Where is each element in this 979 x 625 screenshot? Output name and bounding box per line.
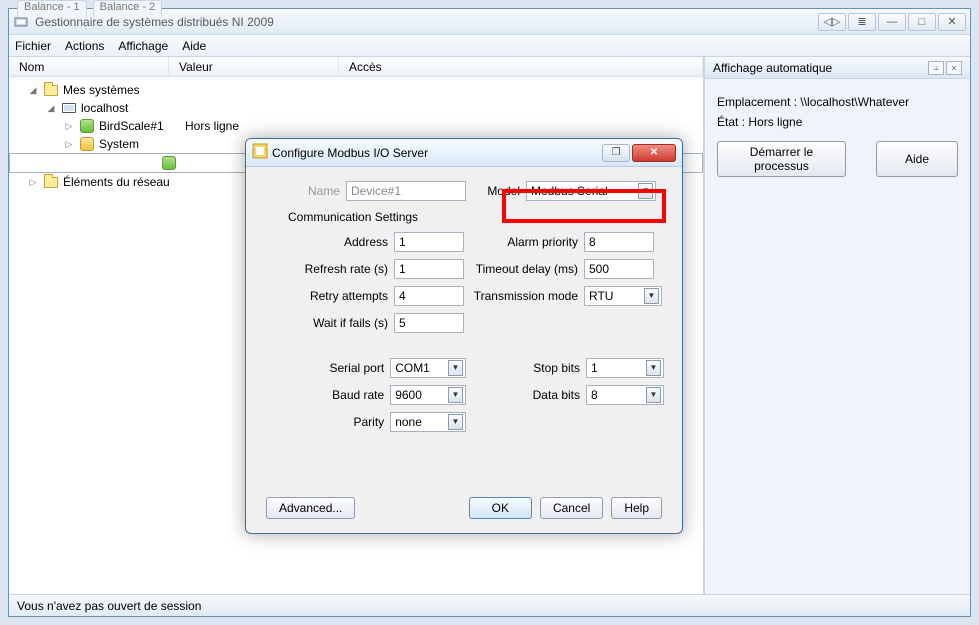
expand-icon[interactable]: ▷ [27,177,39,188]
ok-button[interactable]: OK [469,497,532,519]
chevron-down-icon: ▼ [448,414,463,430]
cancel-button[interactable]: Cancel [540,497,603,519]
advanced-button[interactable]: Advanced... [266,497,355,519]
expand-icon[interactable]: ▷ [63,139,75,150]
list-button[interactable]: ≣ [848,13,876,31]
tree-item-birdscale[interactable]: ▷ BirdScale#1 Hors ligne [9,117,703,135]
wait-if-fails-input[interactable] [394,313,464,333]
side-close-button[interactable]: × [946,61,962,75]
tab-fragment: Balance - 1 [17,0,87,17]
expand-icon[interactable]: ◢ [27,85,39,96]
app-window: Balance - 1 Balance - 2 Gestionnaire de … [8,8,971,617]
data-bits-select[interactable]: 8▼ [586,385,664,405]
minimize-button[interactable]: — [878,13,906,31]
modbus-config-dialog: Configure Modbus I/O Server ❐ ✕ Name [245,138,683,534]
side-panel-title: Affichage automatique [713,61,832,75]
folder-icon [43,174,59,190]
serial-port-select[interactable]: COM1▼ [390,358,466,378]
stop-bits-select[interactable]: 1▼ [586,358,664,378]
list-header: Nom Valeur Accès [9,57,703,77]
comm-settings-label: Communication Settings [288,210,662,224]
side-pin-button[interactable]: ⫠ [928,61,944,75]
timeout-delay-input[interactable] [584,259,654,279]
menu-fichier[interactable]: Fichier [15,39,51,53]
help-button[interactable]: Aide [876,141,958,177]
side-location: Emplacement : \\localhost\Whatever [717,95,958,109]
column-nom[interactable]: Nom [9,57,169,76]
chevron-down-icon: ▼ [448,387,463,403]
side-state: État : Hors ligne [717,115,958,129]
menu-actions[interactable]: Actions [65,39,104,53]
dialog-close-button[interactable]: ✕ [632,144,676,162]
transmission-mode-select[interactable]: RTU ▼ [584,286,662,306]
start-process-button[interactable]: Démarrer le processus [717,141,846,177]
column-acces[interactable]: Accès [339,57,703,76]
model-label: Model [466,184,526,198]
side-panel: Affichage automatique ⫠ × Emplacement : … [704,57,970,594]
tree-root-mes-systemes[interactable]: ◢ Mes systèmes [9,81,703,99]
refresh-rate-input[interactable] [394,259,464,279]
model-select[interactable]: Modbus Serial ▼ [526,181,656,201]
background-tabs: Balance - 1 Balance - 2 [17,8,162,18]
parity-select[interactable]: none▼ [390,412,466,432]
expand-icon[interactable]: ▷ [63,121,75,132]
menu-bar: Fichier Actions Affichage Aide [9,35,970,57]
tree-host-localhost[interactable]: ◢ localhost [9,99,703,117]
folder-icon [43,82,59,98]
window-controls: ◁▷ ≣ — □ ✕ [816,13,966,31]
chevron-down-icon: ▼ [646,387,661,403]
tab-fragment: Balance - 2 [93,0,163,17]
dialog-help-button[interactable]: Help [611,497,662,519]
expand-icon[interactable]: ◢ [45,103,57,114]
close-button[interactable]: ✕ [938,13,966,31]
side-panel-titlebar: Affichage automatique ⫠ × [705,57,970,79]
alarm-priority-input[interactable] [584,232,654,252]
menu-affichage[interactable]: Affichage [118,39,168,53]
dialog-title: Configure Modbus I/O Server [272,146,602,160]
dialog-titlebar: Configure Modbus I/O Server ❐ ✕ [246,139,682,167]
dialog-footer: Advanced... OK Cancel Help [246,483,682,533]
retry-attempts-input[interactable] [394,286,464,306]
chevron-down-icon: ▼ [638,183,653,199]
address-input[interactable] [394,232,464,252]
dialog-icon [252,143,268,162]
status-text: Vous n'avez pas ouvert de session [17,599,201,613]
device-icon [79,136,95,152]
maximize-button[interactable]: □ [908,13,936,31]
name-input[interactable] [346,181,466,201]
dialog-context-button[interactable]: ❐ [602,144,630,162]
status-bar: Vous n'avez pas ouvert de session [9,594,970,616]
baud-rate-select[interactable]: 9600▼ [390,385,466,405]
device-icon [161,155,177,171]
chevron-down-icon: ▼ [646,360,661,376]
name-label: Name [266,184,346,198]
host-icon [61,100,77,116]
column-valeur[interactable]: Valeur [169,57,339,76]
nav-back-forward-button[interactable]: ◁▷ [818,13,846,31]
device-icon [79,118,95,134]
chevron-down-icon: ▼ [448,360,463,376]
chevron-down-icon: ▼ [644,288,659,304]
menu-aide[interactable]: Aide [182,39,206,53]
